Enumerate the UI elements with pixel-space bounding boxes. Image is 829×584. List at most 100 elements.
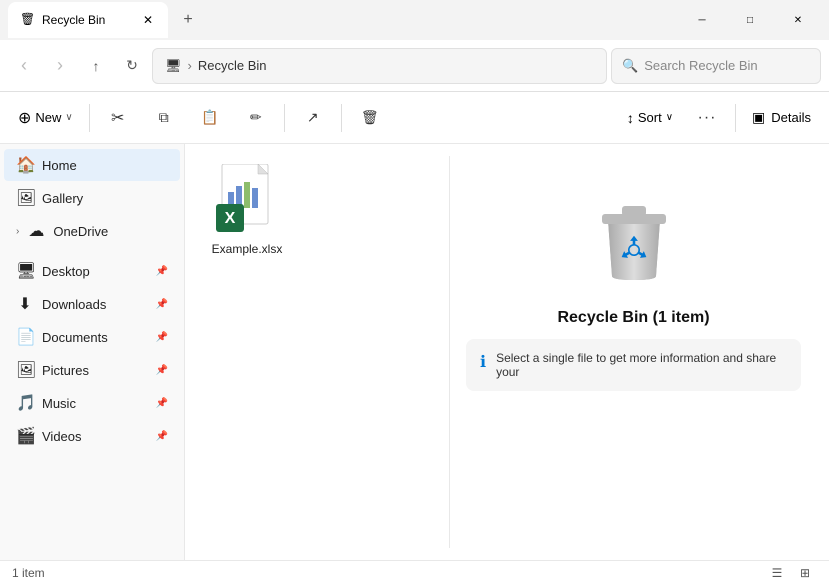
forward-icon: › — [57, 55, 63, 76]
panel-info-text: Select a single file to get more informa… — [496, 351, 787, 379]
pin-icon: 📌 — [156, 332, 168, 343]
refresh-icon: ↻ — [126, 57, 138, 74]
cut-button[interactable]: ✂ — [96, 96, 140, 140]
content-area: X Example.xlsx — [185, 144, 829, 560]
file-item[interactable]: X Example.xlsx — [197, 156, 297, 264]
active-tab[interactable]: 🗑 Recycle Bin ✕ — [8, 2, 168, 38]
sort-button[interactable]: ↕ Sort ∨ — [617, 96, 683, 140]
details-button[interactable]: ▣ Details — [742, 96, 821, 140]
close-button[interactable]: ✕ — [775, 4, 821, 36]
delete-icon: 🗑 — [361, 109, 379, 126]
share-button[interactable]: ↗ — [291, 96, 335, 140]
window-controls: ─ □ ✕ — [679, 4, 821, 36]
tab-title: Recycle Bin — [42, 13, 105, 27]
view-toggle: ☰ ⊞ — [765, 563, 817, 583]
sidebar-item-label: Home — [42, 158, 77, 173]
monitor-icon: 🖥 — [165, 58, 182, 74]
sidebar-item-pictures[interactable]: 🖼 Pictures 📌 — [4, 354, 180, 386]
back-button[interactable]: ‹ — [8, 50, 40, 82]
sidebar-item-label: Pictures — [42, 363, 89, 378]
details-panel-icon: ▣ — [752, 109, 765, 126]
music-icon: 🎵 — [16, 393, 34, 413]
up-icon: ↑ — [93, 58, 100, 74]
details-label: Details — [771, 110, 811, 125]
main-layout: 🏠 Home 🖼 Gallery › ☁ OneDrive 🖥 Desktop … — [0, 144, 829, 560]
toolbar-right: ↕ Sort ∨ ··· ▣ Details — [617, 96, 821, 140]
pin-icon: 📌 — [156, 365, 168, 376]
more-options-button[interactable]: ··· — [685, 96, 729, 140]
search-bar[interactable]: 🔍 Search Recycle Bin — [611, 48, 821, 84]
rename-button[interactable]: ✏ — [234, 96, 278, 140]
navigation-bar: ‹ › ↑ ↻ 🖥 › Recycle Bin 🔍 Search Recycle… — [0, 40, 829, 92]
share-icon: ↗ — [307, 109, 319, 126]
home-icon: 🏠 — [16, 155, 34, 175]
search-icon: 🔍 — [622, 58, 638, 74]
sidebar-item-label: Music — [42, 396, 76, 411]
sort-icon: ↕ — [627, 110, 634, 126]
address-bar[interactable]: 🖥 › Recycle Bin — [152, 48, 607, 84]
desktop-icon: 🖥 — [16, 261, 34, 281]
more-icon: ··· — [698, 109, 717, 127]
search-placeholder: Search Recycle Bin — [644, 58, 757, 73]
new-label: New — [35, 110, 61, 125]
delete-button[interactable]: 🗑 — [348, 96, 392, 140]
sidebar-item-gallery[interactable]: 🖼 Gallery — [4, 182, 180, 214]
sidebar-item-label: Gallery — [42, 191, 83, 206]
path-label: Recycle Bin — [198, 58, 267, 73]
sidebar: 🏠 Home 🖼 Gallery › ☁ OneDrive 🖥 Desktop … — [0, 144, 185, 560]
pin-icon: 📌 — [156, 431, 168, 442]
list-view-button[interactable]: ☰ — [765, 563, 789, 583]
sidebar-item-desktop[interactable]: 🖥 Desktop 📌 — [4, 255, 180, 287]
videos-icon: 🎬 — [16, 426, 34, 446]
maximize-button[interactable]: □ — [727, 4, 773, 36]
back-icon: ‹ — [21, 55, 27, 76]
sidebar-item-videos[interactable]: 🎬 Videos 📌 — [4, 420, 180, 452]
sort-chevron-icon: ∨ — [666, 112, 673, 123]
tab-recycle-icon: 🗑 — [20, 12, 36, 28]
tab-close-button[interactable]: ✕ — [140, 12, 156, 28]
xlsx-file-icon: X — [216, 164, 278, 236]
grid-view-button[interactable]: ⊞ — [793, 563, 817, 583]
toolbar-separator-2 — [284, 104, 285, 132]
pin-icon: 📌 — [156, 266, 168, 277]
title-bar: 🗑 Recycle Bin ✕ + ─ □ ✕ — [0, 0, 829, 40]
sidebar-item-onedrive[interactable]: › ☁ OneDrive — [4, 215, 180, 247]
sidebar-item-label: Videos — [42, 429, 82, 444]
refresh-button[interactable]: ↻ — [116, 50, 148, 82]
pin-icon: 📌 — [156, 398, 168, 409]
file-name: Example.xlsx — [212, 242, 283, 256]
documents-icon: 📄 — [16, 327, 34, 347]
right-panel: Recycle Bin (1 item) ℹ Select a single f… — [449, 156, 817, 548]
cut-icon: ✂ — [111, 108, 124, 128]
forward-button[interactable]: › — [44, 50, 76, 82]
sidebar-item-documents[interactable]: 📄 Documents 📌 — [4, 321, 180, 353]
sidebar-item-label: Documents — [42, 330, 108, 345]
item-count: 1 item — [12, 566, 45, 580]
new-plus-icon: ⊕ — [18, 108, 31, 128]
sidebar-item-label: Desktop — [42, 264, 90, 279]
recycle-bin-svg — [594, 196, 674, 286]
paste-button[interactable]: 📋 — [188, 96, 232, 140]
panel-title: Recycle Bin (1 item) — [557, 309, 709, 327]
files-grid: X Example.xlsx — [197, 156, 437, 548]
svg-text:X: X — [225, 210, 236, 227]
copy-button[interactable]: ⧉ — [142, 96, 186, 140]
up-button[interactable]: ↑ — [80, 50, 112, 82]
info-icon: ℹ — [480, 352, 486, 372]
copy-icon: ⧉ — [159, 109, 169, 126]
minimize-button[interactable]: ─ — [679, 4, 725, 36]
sidebar-item-label: OneDrive — [53, 224, 108, 239]
sidebar-item-label: Downloads — [42, 297, 106, 312]
toolbar-separator-4 — [735, 104, 736, 132]
sidebar-item-music[interactable]: 🎵 Music 📌 — [4, 387, 180, 419]
new-button[interactable]: ⊕ New ∨ — [8, 96, 83, 140]
list-view-icon: ☰ — [772, 566, 783, 580]
new-tab-button[interactable]: + — [172, 4, 204, 36]
file-thumbnail: X — [211, 164, 283, 236]
grid-view-icon: ⊞ — [800, 566, 810, 580]
sidebar-item-downloads[interactable]: ⬇ Downloads 📌 — [4, 288, 180, 320]
gallery-icon: 🖼 — [16, 188, 34, 208]
sort-label: Sort — [638, 110, 662, 125]
sidebar-item-home[interactable]: 🏠 Home — [4, 149, 180, 181]
chevron-right-icon: › — [16, 226, 19, 237]
